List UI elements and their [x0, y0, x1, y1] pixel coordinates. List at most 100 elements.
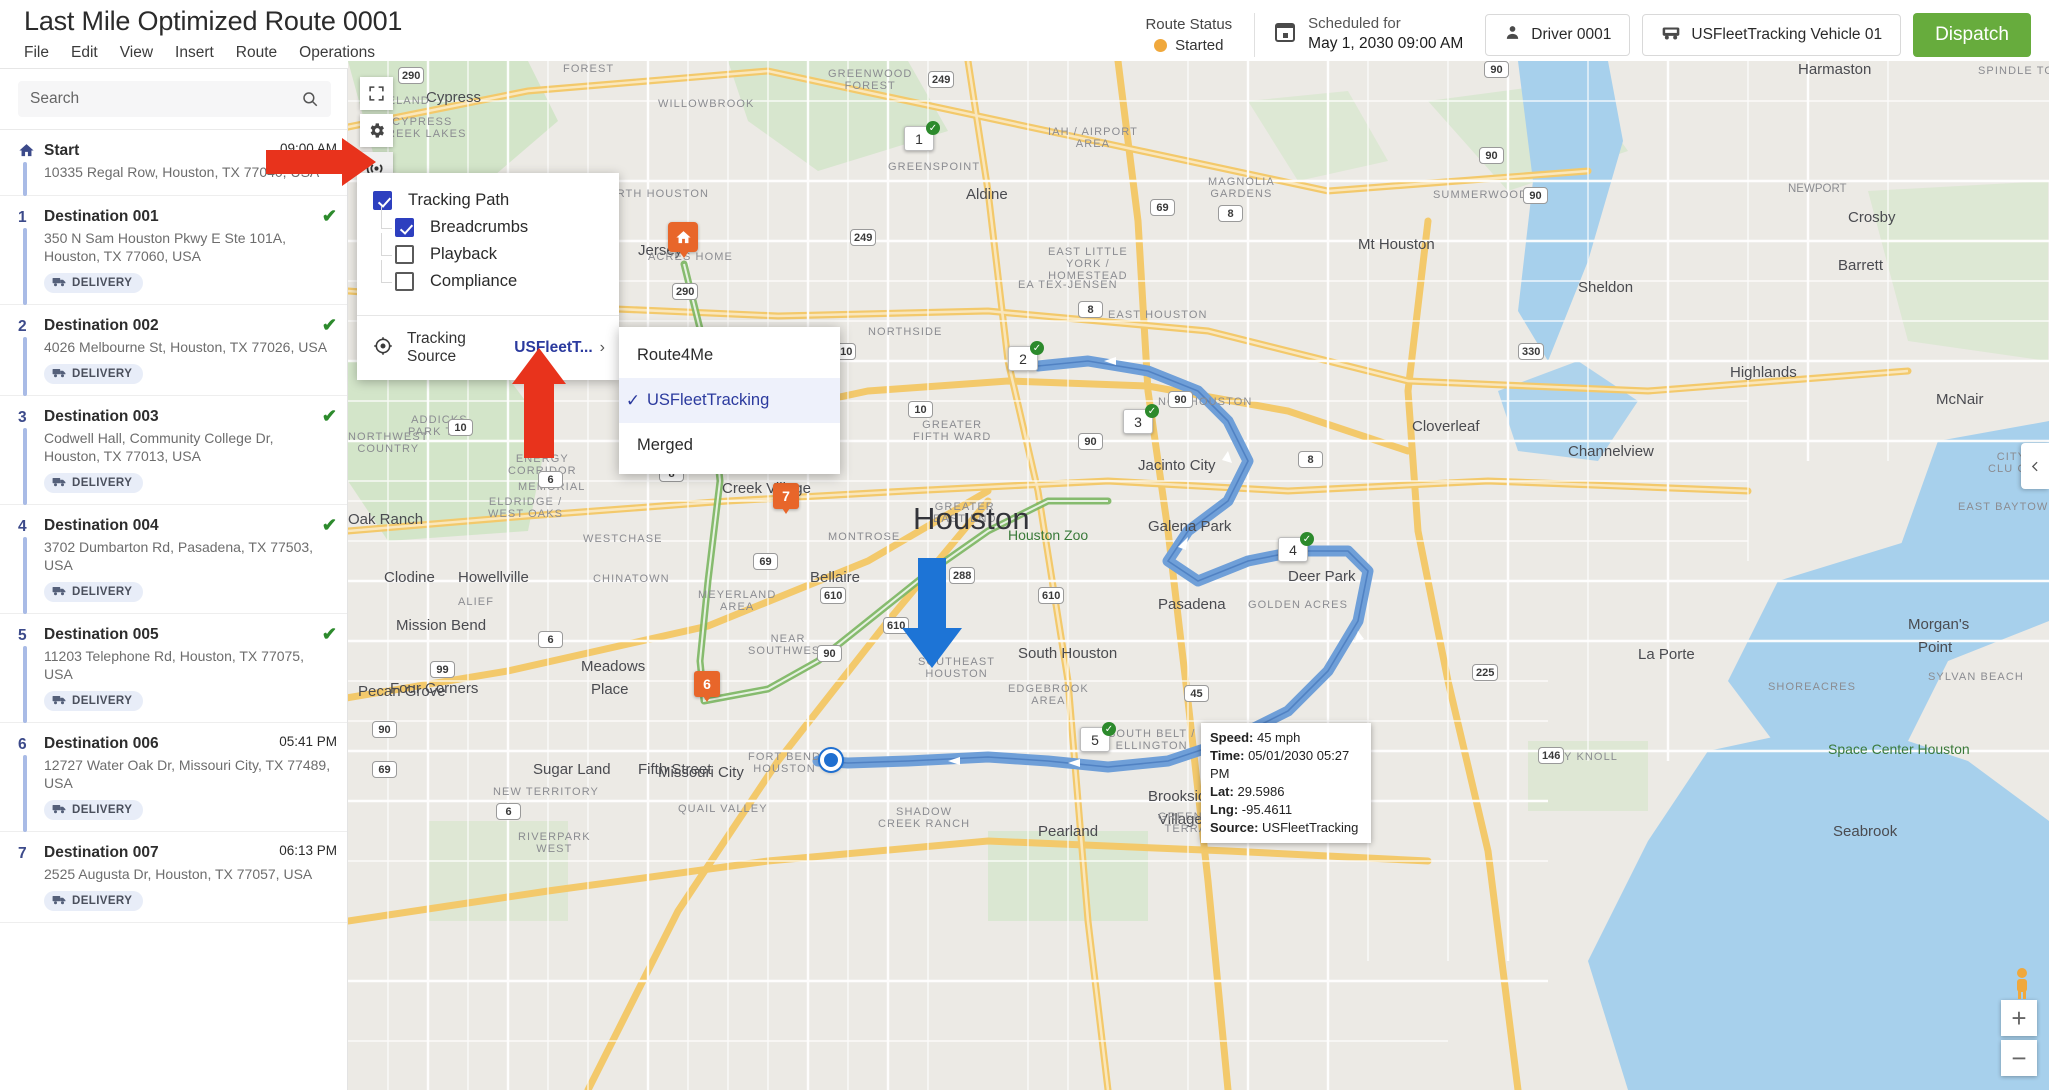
stop-index: 2 — [18, 318, 27, 335]
street-view-pegman[interactable] — [2009, 966, 2035, 1000]
checkbox-playback[interactable] — [395, 245, 414, 264]
driver-selector[interactable]: Driver 0001 — [1485, 13, 1631, 56]
highway-shield-290: 290 — [398, 67, 425, 84]
checkbox-breadcrumbs[interactable] — [395, 218, 414, 237]
menu-item-operations[interactable]: Operations — [299, 44, 375, 62]
stop-item[interactable]: Start 10335 Regal Row, Houston, TX 77040,… — [0, 130, 347, 196]
stop-index: 6 — [18, 736, 27, 753]
vehicle-position-marker[interactable] — [820, 749, 842, 771]
stop-name: Destination 003 — [44, 408, 159, 425]
highway-shield-59: 69 — [1150, 199, 1175, 216]
highway-shield-90n: 90 — [1479, 147, 1504, 164]
person-icon — [1504, 24, 1521, 46]
tracking-option-label: Tracking Path — [408, 191, 510, 209]
stop-item[interactable]: 5 Destination 005 11203 Telephone Rd, Hous… — [0, 614, 347, 723]
stop-index: 1 — [18, 209, 27, 226]
menu-item-edit[interactable]: Edit — [71, 44, 98, 62]
map-marker-7[interactable]: 7 — [773, 483, 799, 514]
zoom-in-button[interactable]: + — [2001, 1000, 2037, 1036]
tracking-options-panel: Tracking Path Breadcrumbs Playback Complian… — [357, 173, 619, 380]
map-settings-gear-button[interactable] — [360, 114, 393, 147]
map-marker-2[interactable]: 2 ✓ — [1008, 341, 1044, 371]
stop-meta: 05:41 PM — [279, 734, 337, 749]
stop-item[interactable]: 7 Destination 007 2525 Augusta Dr, Houston… — [0, 832, 347, 923]
search-box[interactable] — [18, 81, 331, 117]
highway-shield-610s: 610 — [820, 587, 847, 604]
stop-body: Destination 001 350 N Sam Houston Pkwy E … — [44, 207, 337, 293]
stop-badge-label: DELIVERY — [72, 368, 133, 380]
route-status-block: Route Status Started — [1145, 16, 1254, 54]
tooltip-source-label: Source: — [1210, 820, 1259, 835]
stop-item[interactable]: 3 Destination 003 Codwell Hall, Community … — [0, 396, 347, 505]
scheduled-block[interactable]: Scheduled for May 1, 2030 09:00 AM — [1273, 15, 1485, 53]
truck-icon — [52, 367, 66, 381]
stop-row: 3 Destination 003 Codwell Hall, Community … — [18, 407, 337, 493]
stop-index: 3 — [18, 409, 27, 426]
checkbox-tracking-path[interactable] — [373, 191, 392, 210]
map-marker-6[interactable]: 6 — [694, 671, 720, 702]
menu-item-view[interactable]: View — [120, 44, 153, 62]
dispatch-button[interactable]: Dispatch — [1913, 12, 2031, 57]
tracking-option-row[interactable]: Breadcrumbs — [357, 206, 619, 241]
collapse-panel-button[interactable] — [2021, 443, 2049, 489]
tracking-source-row[interactable]: Tracking Source USFleetT... › — [357, 316, 619, 380]
stop-address: 4026 Melbourne St, Houston, TX 77026, US… — [44, 339, 328, 355]
tracking-option-row[interactable]: Playback — [357, 233, 619, 268]
highway-shield-69sw: 69 — [372, 761, 397, 778]
stop-meta: ✔ — [322, 516, 337, 534]
stop-body: Destination 002 4026 Melbourne St, Housto… — [44, 316, 337, 384]
stop-type-badge: DELIVERY — [44, 800, 144, 820]
highway-shield-6b: 6 — [538, 471, 563, 488]
tracking-source-label: Tracking Source — [407, 330, 466, 365]
vehicle-selector[interactable]: USFleetTracking Vehicle 01 — [1642, 13, 1902, 56]
map-marker-start-home[interactable] — [668, 222, 698, 258]
map-marker-5[interactable]: 5 ✓ — [1080, 722, 1116, 752]
stop-connector-line — [23, 537, 27, 614]
menu-bar: File Edit View Insert Route Operations — [24, 44, 402, 62]
map-marker-1[interactable]: 1 ✓ — [904, 121, 940, 151]
chevron-right-icon: › — [599, 339, 605, 356]
search-input[interactable] — [30, 90, 301, 108]
source-menu-item[interactable]: ✓ USFleetTracking — [619, 378, 840, 423]
tracking-option-row[interactable]: Compliance — [357, 260, 619, 295]
highway-shield-90c: 90 — [1523, 187, 1548, 204]
tracking-option-row[interactable]: Tracking Path — [357, 187, 619, 214]
fullscreen-button[interactable] — [360, 77, 393, 110]
menu-item-route[interactable]: Route — [236, 44, 277, 62]
stop-row: 5 Destination 005 11203 Telephone Rd, Hous… — [18, 625, 337, 711]
map-marker-4[interactable]: 4 ✓ — [1278, 532, 1314, 562]
truck-icon — [52, 585, 66, 599]
stop-connector-line — [23, 228, 27, 305]
check-icon: ✓ — [625, 390, 641, 410]
vehicle-info-tooltip: Speed: 45 mph Time: 05/01/2030 05:27 PM … — [1201, 723, 1371, 843]
highway-shield-8b: 8 — [1298, 451, 1323, 468]
zoom-out-button[interactable]: − — [2001, 1040, 2037, 1076]
highway-shield-610sw: 610 — [883, 617, 910, 634]
tracking-source-menu: Route4Me ✓ USFleetTracking Merged — [619, 327, 840, 474]
home-icon — [18, 141, 44, 165]
menu-item-file[interactable]: File — [24, 44, 49, 62]
stop-item[interactable]: 6 Destination 006 12727 Water Oak Dr, Miss… — [0, 723, 347, 832]
search-icon[interactable] — [301, 90, 319, 108]
map-marker-3[interactable]: 3 ✓ — [1123, 404, 1159, 434]
tooltip-speed-value: 45 mph — [1256, 730, 1301, 745]
tracking-option-label: Compliance — [430, 272, 518, 290]
marker-check-icon-1: ✓ — [926, 121, 940, 135]
stop-item[interactable]: 4 Destination 004 3702 Dumbarton Rd, Pasad… — [0, 505, 347, 614]
highway-shield-90sw: 90 — [372, 721, 397, 738]
source-menu-label: USFleetTracking — [647, 391, 770, 409]
stop-meta: 06:13 PM — [279, 843, 337, 858]
stop-index: 5 — [18, 627, 27, 644]
stop-item[interactable]: 1 Destination 001 350 N Sam Houston Pkwy E… — [0, 196, 347, 305]
scheduled-label: Scheduled for — [1308, 15, 1401, 33]
tooltip-source-row: Source: USFleetTracking — [1210, 819, 1362, 837]
stop-address: 3702 Dumbarton Rd, Pasadena, TX 77503, U… — [44, 539, 314, 573]
menu-item-insert[interactable]: Insert — [175, 44, 214, 62]
highway-shield-69: 69 — [753, 553, 778, 570]
source-menu-item[interactable]: Merged — [619, 423, 840, 468]
stop-item[interactable]: 2 Destination 002 4026 Melbourne St, Houst… — [0, 305, 347, 396]
source-menu-item[interactable]: Route4Me — [619, 333, 840, 378]
stops-sidebar: Start10335 Regal Row, Houston, TX 77040,… — [0, 69, 348, 1090]
checkbox-compliance[interactable] — [395, 272, 414, 291]
stops-list: Start 10335 Regal Row, Houston, TX 77040,… — [0, 130, 347, 923]
